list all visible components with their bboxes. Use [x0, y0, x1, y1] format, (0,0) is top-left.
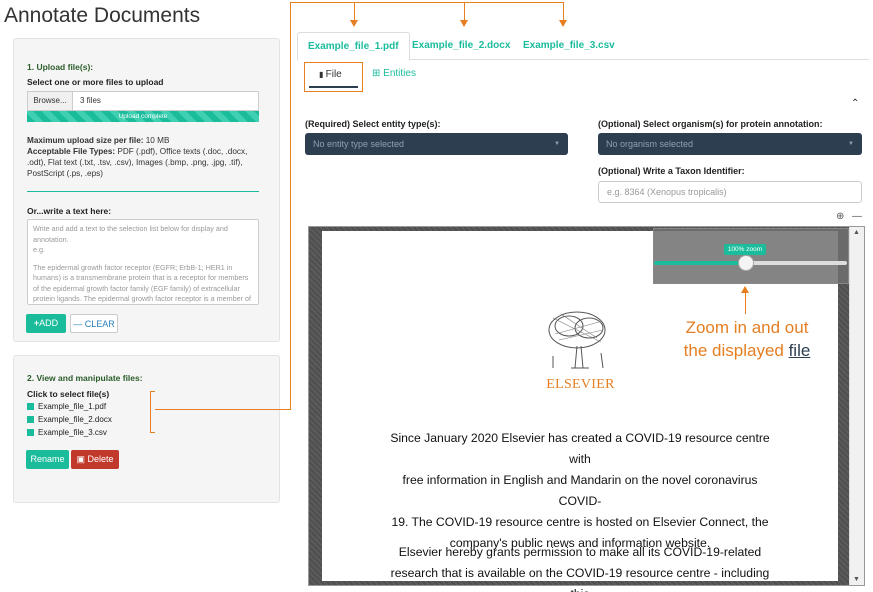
- file-types-info: Acceptable File Types: PDF (.pdf), Offic…: [27, 146, 266, 179]
- rename-button[interactable]: Rename: [26, 450, 69, 469]
- entity-select-placeholder: No entity type selected: [313, 139, 405, 149]
- minus-icon: —: [73, 319, 85, 329]
- text-input-label: Or...write a text here:: [27, 206, 112, 216]
- upload-progress-text: Upload complete: [118, 113, 168, 120]
- max-size-info: Maximum upload size per file: 10 MB: [27, 135, 266, 146]
- doc-paragraph-2: Elsevier hereby grants permission to mak…: [380, 542, 780, 592]
- clear-button[interactable]: — CLEAR: [70, 314, 118, 333]
- table-icon: ⊞: [372, 68, 384, 79]
- doc-line: free information in English and Mandarin…: [402, 473, 758, 508]
- chevron-up-icon[interactable]: ⌃: [851, 98, 859, 109]
- checkbox-icon[interactable]: [27, 429, 34, 436]
- files-section-label: 2. View and manipulate files:: [27, 373, 143, 383]
- viewer-scrollbar[interactable]: ▲ ▼: [849, 227, 864, 585]
- max-size-value: 10 MB: [143, 136, 170, 145]
- subtab-file-label: File: [325, 69, 342, 80]
- max-size-label: Maximum upload size per file:: [27, 136, 144, 145]
- entity-select-label: (Required) Select entity type(s):: [305, 119, 441, 129]
- delete-button-label: Delete: [87, 454, 114, 464]
- organism-select-placeholder: No organism selected: [606, 139, 694, 149]
- file-name: Example_file_3.csv: [38, 428, 107, 437]
- connector-line: [464, 2, 465, 20]
- tab-file-2[interactable]: Example_file_2.docx: [402, 32, 520, 60]
- file-list-item[interactable]: Example_file_2.docx: [27, 414, 112, 425]
- connector-line: [354, 2, 355, 20]
- file-types-label: Acceptable File Types:: [27, 147, 116, 156]
- taxon-label: (Optional) Write a Taxon Identifier:: [598, 166, 745, 176]
- file-name: Example_file_2.docx: [38, 415, 112, 424]
- textarea-example: The epidermal growth factor receptor (EG…: [33, 262, 251, 304]
- text-input-area[interactable]: Write and add a text to the selection li…: [27, 219, 259, 305]
- callout-word: file: [788, 341, 811, 360]
- zoom-slider-handle[interactable]: [738, 255, 754, 271]
- scroll-up-icon[interactable]: ▲: [853, 229, 860, 236]
- elsevier-logo-text: ELSEVIER: [546, 377, 615, 392]
- checkbox-icon[interactable]: [27, 403, 34, 410]
- file-tabs: Example_file_1.pdf Example_file_2.docx E…: [297, 32, 869, 61]
- bracket-line: [150, 391, 155, 392]
- checkbox-icon[interactable]: [27, 416, 34, 423]
- tab-file-1[interactable]: Example_file_1.pdf: [297, 32, 410, 61]
- upload-section-label: 1. Upload file(s):: [27, 62, 94, 72]
- files-panel: 2. View and manipulate files: Click to s…: [13, 355, 280, 503]
- connector-line: [563, 2, 564, 20]
- subtab-file[interactable]: ▮ File: [304, 62, 363, 92]
- connector-line: [290, 2, 291, 410]
- click-select-label: Click to select file(s): [27, 389, 110, 399]
- page-title: Annotate Documents: [4, 4, 201, 27]
- subtab-entities-label: Entities: [383, 68, 416, 79]
- callout-line: [745, 292, 746, 314]
- doc-paragraph-1: Since January 2020 Elsevier has created …: [380, 428, 780, 554]
- textarea-placeholder-line1: Write and add a text to the selection li…: [33, 224, 228, 244]
- scroll-down-icon[interactable]: ▼: [853, 576, 860, 583]
- connector-line: [290, 2, 564, 3]
- entity-type-select[interactable]: No entity type selected ▼: [305, 133, 568, 155]
- subtab-entities[interactable]: ⊞ Entities: [372, 62, 416, 92]
- doc-line: research that is available on the COVID-…: [390, 566, 770, 592]
- arrow-down-icon: [559, 20, 567, 27]
- active-tab-indicator: [309, 86, 358, 88]
- organism-select-label: (Optional) Select organism(s) for protei…: [598, 119, 823, 129]
- file-upload-input[interactable]: Browse... 3 files: [27, 91, 259, 111]
- divider: [27, 191, 259, 192]
- zoom-in-icon[interactable]: ⊕: [836, 211, 844, 222]
- file-list-item[interactable]: Example_file_1.pdf: [27, 401, 106, 412]
- callout-line-1: Zoom in and out: [685, 318, 809, 337]
- connector-line: [155, 409, 291, 410]
- trash-icon: ▣: [76, 454, 88, 464]
- arrow-down-icon: [350, 20, 358, 27]
- tab-file-3[interactable]: Example_file_3.csv: [513, 32, 625, 60]
- files-count: 3 files: [80, 96, 101, 105]
- caret-down-icon: ▼: [554, 141, 560, 147]
- zoom-badge: 100% zoom: [724, 244, 766, 255]
- organism-select[interactable]: No organism selected ▼: [598, 133, 862, 155]
- zoom-slider-fill: [654, 261, 746, 265]
- bracket-line: [150, 432, 155, 433]
- clear-button-label: CLEAR: [84, 319, 115, 329]
- doc-line: 19. The COVID-19 resource centre is host…: [391, 515, 769, 529]
- file-list-item[interactable]: Example_file_3.csv: [27, 427, 107, 438]
- delete-button[interactable]: ▣ Delete: [71, 450, 119, 469]
- browse-button[interactable]: Browse...: [28, 92, 73, 110]
- arrow-down-icon: [460, 20, 468, 27]
- caret-down-icon: ▼: [848, 141, 854, 147]
- add-button[interactable]: +ADD: [26, 314, 66, 333]
- upload-progress-bar: Upload complete: [27, 111, 259, 122]
- bracket-line: [150, 391, 151, 433]
- file-icon: ▮: [319, 70, 326, 79]
- upload-panel: 1. Upload file(s): Select one or more fi…: [13, 38, 280, 342]
- elsevier-tree-logo: [541, 308, 619, 376]
- zoom-out-icon[interactable]: —: [852, 211, 862, 222]
- taxon-input[interactable]: e.g. 8364 (Xenopus tropicalis): [598, 181, 862, 203]
- zoom-callout: Zoom in and out the displayed file: [677, 316, 817, 362]
- upload-select-label: Select one or more files to upload: [27, 77, 164, 87]
- doc-line: Elsevier hereby grants permission to mak…: [398, 545, 762, 559]
- callout-line-2: the displayed: [683, 341, 789, 360]
- add-button-label: ADD: [39, 318, 59, 328]
- textarea-placeholder-line2: e.g.: [33, 245, 45, 254]
- file-name: Example_file_1.pdf: [38, 402, 107, 411]
- doc-line: Since January 2020 Elsevier has created …: [390, 431, 770, 466]
